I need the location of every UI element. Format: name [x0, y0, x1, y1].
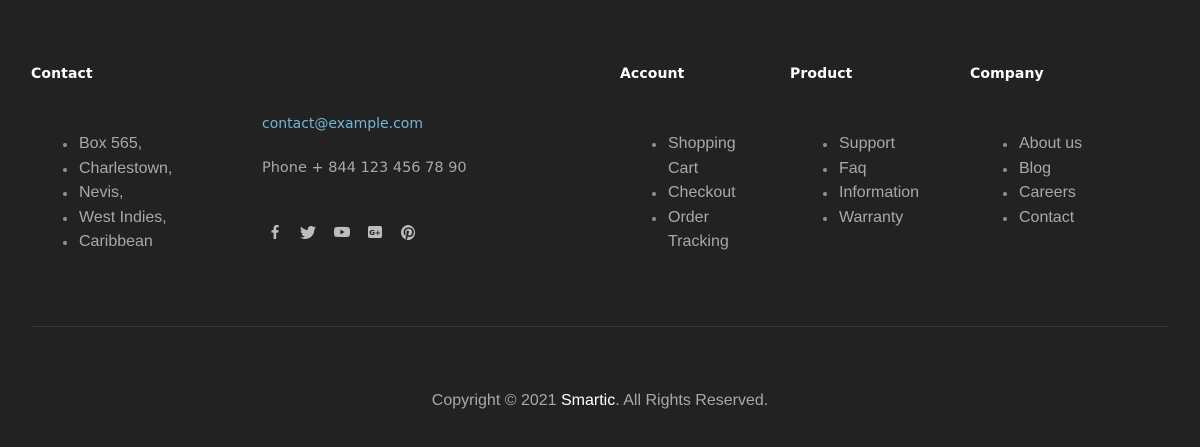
- link-label[interactable]: Careers: [1019, 184, 1076, 201]
- facebook-icon[interactable]: [258, 222, 292, 242]
- company-link-about-us[interactable]: About us: [1003, 132, 1159, 157]
- email-link[interactable]: contact@example.com: [262, 116, 423, 132]
- copyright-text: Copyright © 2021 Smartic. All Rights Res…: [0, 392, 1200, 410]
- copyright-suffix: . All Rights Reserved.: [615, 392, 769, 409]
- link-label[interactable]: Information: [839, 184, 919, 201]
- company-heading: Company: [970, 66, 1044, 82]
- youtube-icon[interactable]: [325, 222, 359, 242]
- account-link-checkout[interactable]: Checkout: [652, 181, 758, 206]
- link-label[interactable]: Blog: [1019, 160, 1051, 177]
- product-links: Support Faq Information Warranty: [823, 132, 969, 231]
- google-plus-icon[interactable]: G+: [359, 222, 393, 242]
- link-label[interactable]: Faq: [839, 160, 867, 177]
- product-link-support[interactable]: Support: [823, 132, 969, 157]
- address-line: Charlestown,: [63, 157, 199, 182]
- link-label[interactable]: Checkout: [668, 184, 736, 201]
- link-label[interactable]: About us: [1019, 135, 1082, 152]
- account-heading: Account: [620, 66, 685, 82]
- svg-text:G+: G+: [369, 229, 381, 237]
- link-label[interactable]: Order Tracking: [668, 209, 729, 251]
- address-line: Caribbean: [63, 230, 199, 255]
- account-links: Shopping Cart Checkout Order Tracking: [652, 132, 758, 255]
- brand-name: Smartic: [561, 392, 616, 409]
- product-link-warranty[interactable]: Warranty: [823, 206, 969, 231]
- copyright-prefix: Copyright © 2021: [431, 392, 561, 409]
- link-label[interactable]: Warranty: [839, 209, 903, 226]
- link-label[interactable]: Contact: [1019, 209, 1074, 226]
- product-heading: Product: [790, 66, 853, 82]
- product-link-faq[interactable]: Faq: [823, 157, 969, 182]
- address-line: Box 565,: [63, 132, 199, 157]
- twitter-icon[interactable]: [292, 222, 326, 242]
- footer-divider: [31, 326, 1169, 327]
- contact-heading: Contact: [31, 66, 93, 82]
- phone-number: Phone + 844 123 456 78 90: [262, 160, 467, 176]
- company-link-contact[interactable]: Contact: [1003, 206, 1159, 231]
- product-link-information[interactable]: Information: [823, 181, 969, 206]
- address-line: Nevis,: [63, 181, 199, 206]
- company-link-careers[interactable]: Careers: [1003, 181, 1159, 206]
- company-link-blog[interactable]: Blog: [1003, 157, 1159, 182]
- social-links: G+: [258, 222, 426, 242]
- link-label[interactable]: Support: [839, 135, 895, 152]
- account-link-order-tracking[interactable]: Order Tracking: [652, 206, 758, 255]
- company-links: About us Blog Careers Contact: [1003, 132, 1159, 231]
- link-label[interactable]: Shopping Cart: [668, 135, 736, 177]
- address-line: West Indies,: [63, 206, 199, 231]
- pinterest-icon[interactable]: [392, 222, 426, 242]
- account-link-shopping-cart[interactable]: Shopping Cart: [652, 132, 758, 181]
- address-list: Box 565, Charlestown, Nevis, West Indies…: [63, 132, 199, 255]
